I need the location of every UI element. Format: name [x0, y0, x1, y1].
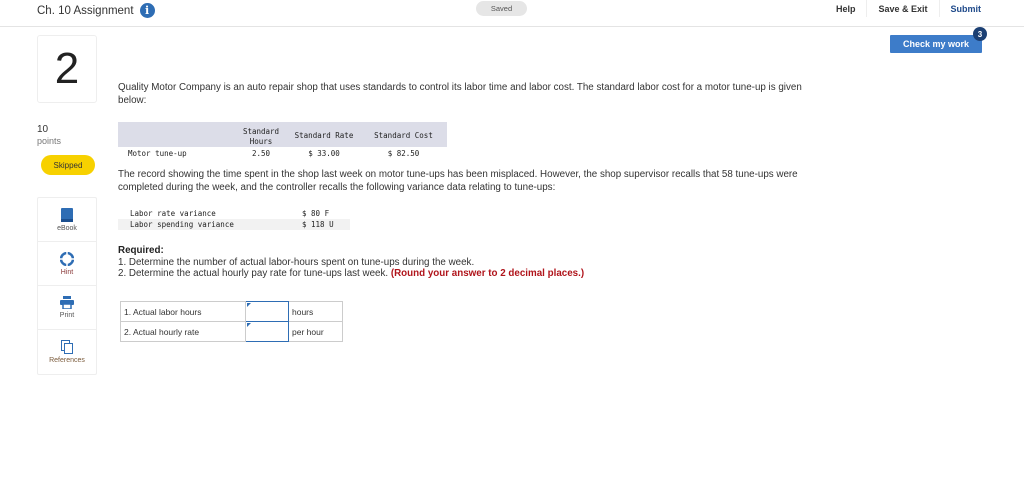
hint-label: Hint [60, 268, 74, 276]
answer-label: 1. Actual labor hours [120, 301, 246, 322]
header-hours-line1: Standard [242, 127, 280, 136]
variance-label: Labor rate variance [130, 209, 216, 218]
points-value: 10 [37, 124, 49, 135]
info-icon[interactable]: i [139, 3, 155, 18]
ebook-button[interactable]: eBook [38, 198, 96, 242]
references-button[interactable]: References [38, 330, 96, 374]
answer-input-cell [245, 321, 289, 342]
header-standard-cost: Standard Cost [374, 131, 433, 140]
required-item-2: 2. Determine the actual hourly pay rate … [118, 268, 389, 279]
check-attempts-badge: 3 [973, 27, 987, 41]
answer-row: 2. Actual hourly rate per hour [120, 321, 343, 342]
row-rate: $ 33.00 [308, 149, 340, 158]
variance-table: Labor rate variance $ 80 F Labor spendin… [118, 208, 350, 230]
actual-labor-hours-input[interactable] [246, 302, 288, 321]
tools-panel: eBook Hint Print References [37, 197, 97, 375]
required-section: Required: 1. Determine the number of act… [118, 245, 584, 280]
ebook-label: eBook [57, 224, 77, 232]
row-hours: 2.50 [251, 149, 271, 158]
assignment-title-area: Ch. 10 Assignment i [37, 3, 155, 18]
points-label: points [37, 136, 62, 146]
top-actions: Help Save & Exit Submit [825, 0, 1024, 17]
variance-value: $ 118 U [302, 220, 334, 229]
save-exit-button[interactable]: Save & Exit [866, 0, 938, 17]
problem-para2: The record showing the time spent in the… [118, 169, 818, 194]
header-standard-rate: Standard Rate [294, 131, 354, 140]
print-button[interactable]: Print [38, 286, 96, 330]
rounding-note: (Round your answer to 2 decimal places.) [390, 268, 585, 279]
standard-table-header: Standard Hours Standard Rate Standard Cos… [118, 122, 447, 147]
answer-input-cell [245, 301, 289, 322]
documents-icon [61, 340, 73, 354]
skipped-badge: Skipped [41, 155, 95, 175]
help-button[interactable]: Help [825, 0, 867, 17]
variance-value: $ 80 F [302, 209, 330, 218]
submit-button[interactable]: Submit [938, 0, 1024, 17]
problem-intro: Quality Motor Company is an auto repair … [118, 82, 818, 107]
table-row: Motor tune-up 2.50 $ 33.00 $ 82.50 [118, 147, 447, 158]
intro-text: Quality Motor Company is an auto repair … [118, 82, 802, 106]
answer-label: 2. Actual hourly rate [120, 321, 246, 342]
lifebuoy-icon [60, 251, 74, 266]
required-title: Required: [118, 245, 164, 256]
print-label: Print [59, 312, 75, 319]
header-blank [118, 122, 234, 147]
table-row: Labor rate variance $ 80 F [118, 208, 350, 219]
required-item-1: 1. Determine the number of actual labor-… [118, 256, 475, 268]
header-standard-hours: Standard Hours [234, 122, 288, 147]
printer-icon [60, 296, 74, 309]
row-cost: $ 82.50 [387, 149, 420, 158]
answer-unit: hours [288, 301, 343, 322]
answer-row: 1. Actual labor hours hours [120, 301, 343, 322]
actual-hourly-rate-input[interactable] [246, 322, 288, 341]
table-row: Labor spending variance $ 118 U [118, 219, 350, 230]
answer-unit: per hour [288, 321, 343, 342]
hint-button[interactable]: Hint [38, 242, 96, 286]
top-bar: Ch. 10 Assignment i Saved Help Save & Ex… [0, 0, 1024, 27]
check-my-work-button[interactable]: Check my work [890, 35, 982, 53]
references-label: References [49, 357, 85, 364]
answer-table: 1. Actual labor hours hours 2. Actual ho… [120, 301, 343, 342]
required-item-2-wrap: 2. Determine the actual hourly pay rate … [118, 268, 584, 280]
assignment-title: Ch. 10 Assignment [37, 4, 134, 17]
para2-text: The record showing the time spent in the… [118, 169, 798, 193]
header-hours-line2: Hours [249, 137, 273, 146]
standard-cost-table: Standard Hours Standard Rate Standard Cos… [118, 122, 447, 158]
row-label: Motor tune-up [128, 149, 187, 158]
variance-label: Labor spending variance [130, 220, 234, 229]
question-number: 2 [37, 35, 97, 103]
saved-status: Saved [476, 1, 527, 16]
book-icon [61, 207, 73, 222]
